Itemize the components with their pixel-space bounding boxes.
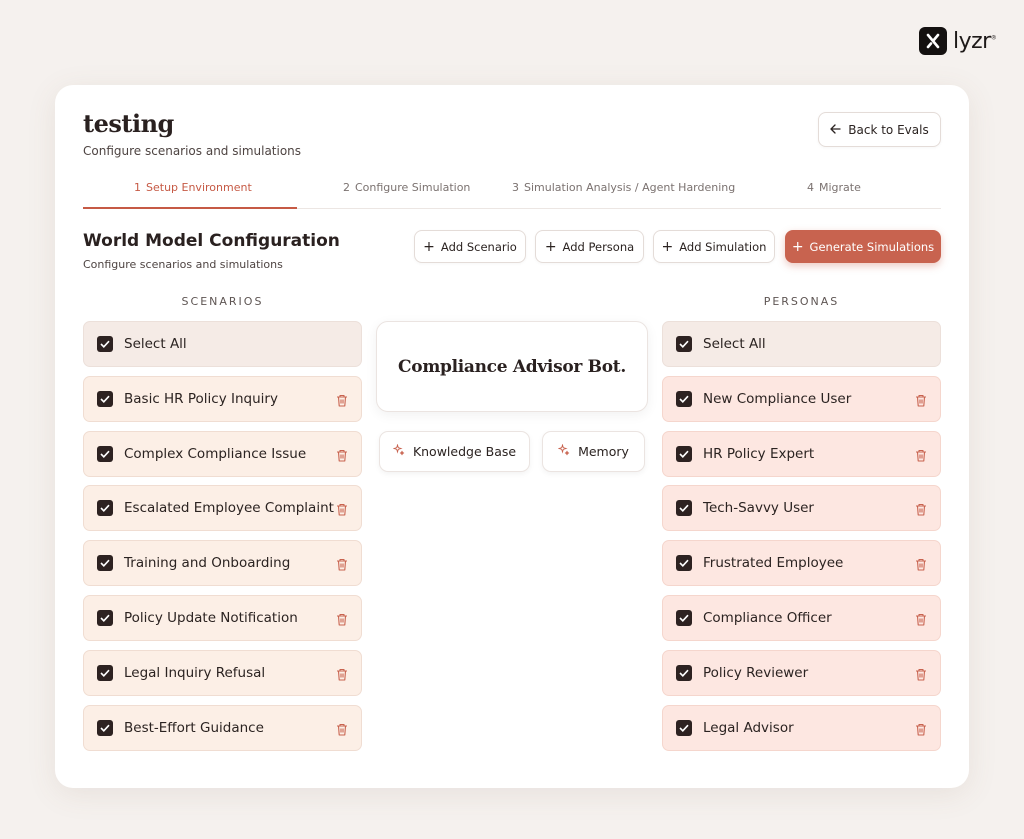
scenario-item[interactable]: Escalated Employee Complaint xyxy=(83,485,362,532)
generate-simulations-button[interactable]: + Generate Simulations xyxy=(785,230,941,263)
scenarios-heading: SCENARIOS xyxy=(181,295,264,308)
persona-item[interactable]: Frustrated Employee xyxy=(662,540,941,587)
trash-icon[interactable] xyxy=(336,611,348,630)
trash-icon[interactable] xyxy=(336,447,348,466)
agent-card[interactable]: Compliance Advisor Bot. xyxy=(376,321,648,412)
step-configure-simulation[interactable]: 2 Configure Simulation xyxy=(343,181,470,194)
checkbox-checked-icon[interactable] xyxy=(676,555,692,572)
trash-icon[interactable] xyxy=(915,447,927,466)
trash-icon[interactable] xyxy=(336,392,348,411)
personas-select-all[interactable]: Select All xyxy=(662,321,941,367)
trash-icon[interactable] xyxy=(336,501,348,520)
checkbox-checked-icon[interactable] xyxy=(676,609,692,626)
checkbox-checked-icon[interactable] xyxy=(97,555,113,572)
checkbox-checked-icon[interactable] xyxy=(676,719,692,736)
scenario-item[interactable]: Basic HR Policy Inquiry xyxy=(83,375,362,422)
checkbox-checked-icon[interactable] xyxy=(676,500,692,517)
trash-icon[interactable] xyxy=(915,392,927,411)
personas-heading: PERSONAS xyxy=(763,295,840,308)
logo-text: lyzr® xyxy=(953,28,997,54)
persona-item[interactable]: Tech-Savvy User xyxy=(662,485,941,532)
memory-button[interactable]: Memory xyxy=(542,431,645,472)
persona-item[interactable]: HR Policy Expert xyxy=(662,430,941,477)
back-to-evals-button[interactable]: Back to Evals xyxy=(818,112,941,147)
add-scenario-button[interactable]: + Add Scenario xyxy=(414,230,526,263)
checkbox-checked-icon[interactable] xyxy=(97,664,113,681)
checkbox-checked-icon[interactable] xyxy=(676,390,692,407)
scenario-item[interactable]: Training and Onboarding xyxy=(83,540,362,587)
add-persona-button[interactable]: + Add Persona xyxy=(535,230,644,263)
plus-icon: + xyxy=(544,238,557,255)
scenario-item[interactable]: Best-Effort Guidance xyxy=(83,704,362,751)
section-subtitle: Configure scenarios and simulations xyxy=(83,258,283,271)
scenario-item[interactable]: Complex Compliance Issue xyxy=(83,430,362,477)
trash-icon[interactable] xyxy=(336,556,348,575)
scenario-item[interactable]: Policy Update Notification xyxy=(83,594,362,641)
active-step-underline xyxy=(83,207,297,209)
scenarios-list: Select All Basic HR Policy Inquiry Compl… xyxy=(83,321,362,759)
personas-list: Select All New Compliance User HR Policy… xyxy=(662,321,941,759)
scenario-item[interactable]: Legal Inquiry Refusal xyxy=(83,649,362,696)
checkbox-checked-icon[interactable] xyxy=(97,336,113,352)
step-simulation-analysis[interactable]: 3 Simulation Analysis / Agent Hardening xyxy=(512,181,735,194)
add-simulation-button[interactable]: + Add Simulation xyxy=(653,230,775,263)
section-title: World Model Configuration xyxy=(83,231,340,251)
step-setup-environment[interactable]: 1 Setup Environment xyxy=(134,181,252,194)
lyzr-logo: lyzr® xyxy=(919,27,997,55)
trash-icon[interactable] xyxy=(336,721,348,740)
sparkle-icon xyxy=(392,443,405,459)
trash-icon[interactable] xyxy=(915,721,927,740)
persona-item[interactable]: Legal Advisor xyxy=(662,704,941,751)
persona-item[interactable]: Policy Reviewer xyxy=(662,649,941,696)
checkbox-checked-icon[interactable] xyxy=(97,390,113,407)
scenarios-select-all[interactable]: Select All xyxy=(83,321,362,367)
plus-icon: + xyxy=(791,238,804,255)
checkbox-checked-icon[interactable] xyxy=(676,664,692,681)
checkbox-checked-icon[interactable] xyxy=(97,500,113,517)
page-title: testing xyxy=(83,109,174,138)
trash-icon[interactable] xyxy=(915,556,927,575)
sparkle-icon xyxy=(557,443,570,459)
persona-item[interactable]: Compliance Officer xyxy=(662,594,941,641)
main-card: testing Configure scenarios and simulati… xyxy=(55,85,969,788)
knowledge-base-button[interactable]: Knowledge Base xyxy=(379,431,530,472)
trash-icon[interactable] xyxy=(915,501,927,520)
checkbox-checked-icon[interactable] xyxy=(676,445,692,462)
stepper: 1 Setup Environment 2 Configure Simulation… xyxy=(83,173,941,209)
trash-icon[interactable] xyxy=(915,611,927,630)
step-migrate[interactable]: 4 Migrate xyxy=(807,181,861,194)
back-to-evals-label: Back to Evals xyxy=(848,122,929,137)
arrow-left-icon xyxy=(830,123,841,137)
agent-name: Compliance Advisor Bot. xyxy=(398,356,626,377)
checkbox-checked-icon[interactable] xyxy=(97,719,113,736)
lyzr-logo-icon xyxy=(919,27,947,55)
checkbox-checked-icon[interactable] xyxy=(676,336,692,352)
checkbox-checked-icon[interactable] xyxy=(97,445,113,462)
plus-icon: + xyxy=(661,238,674,255)
persona-item[interactable]: New Compliance User xyxy=(662,375,941,422)
trash-icon[interactable] xyxy=(336,666,348,685)
page-subtitle: Configure scenarios and simulations xyxy=(83,144,302,158)
checkbox-checked-icon[interactable] xyxy=(97,609,113,626)
trash-icon[interactable] xyxy=(915,666,927,685)
plus-icon: + xyxy=(423,238,435,255)
